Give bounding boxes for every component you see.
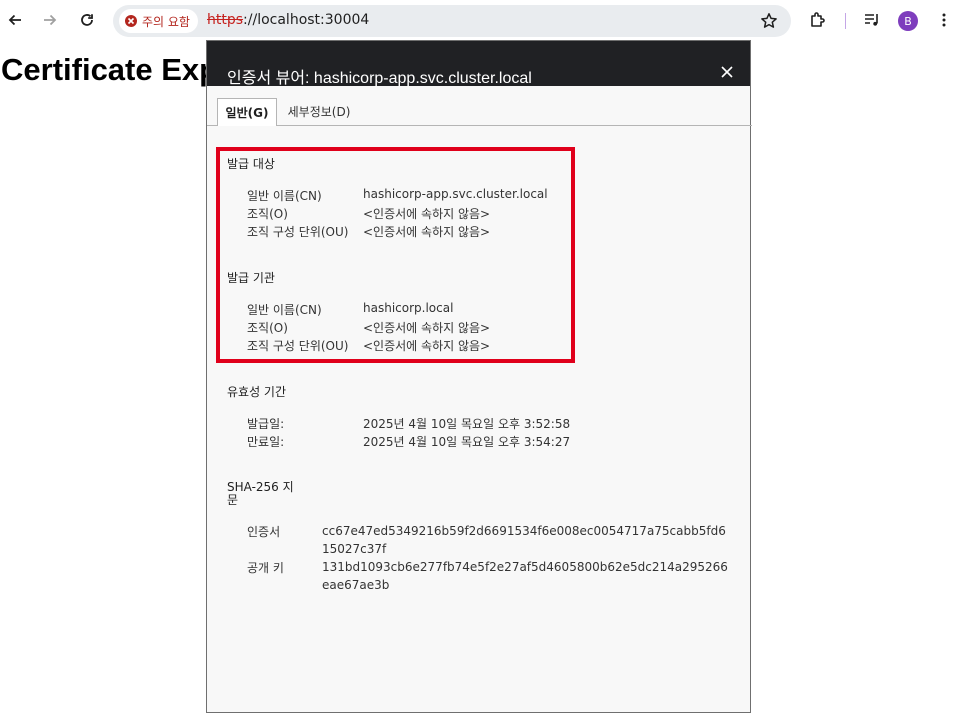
reload-icon <box>81 14 93 26</box>
extensions-button[interactable] <box>803 5 833 35</box>
dialog-title: 인증서 뷰어: hashicorp-app.svc.cluster.local <box>227 70 532 87</box>
tab-divider-gap <box>218 125 276 126</box>
validity-title: 유효성 기간 <box>227 385 287 399</box>
dialog-header: 인증서 뷰어: hashicorp-app.svc.cluster.local <box>207 41 750 87</box>
url-text[interactable]: https://localhost:30004 <box>207 12 369 28</box>
page-heading: Certificate Exp <box>1 52 219 87</box>
highlight-box <box>216 147 575 363</box>
issued-on-label: 발급일: <box>247 417 285 431</box>
kebab-menu-icon <box>942 13 946 27</box>
certificate-viewer-dialog: 인증서 뷰어: hashicorp-app.svc.cluster.local … <box>206 40 752 713</box>
pubkey-fingerprint-value: 131bd1093cb6e277fb74e5f2e27af5d4605800b6… <box>322 560 728 592</box>
fingerprints-title: SHA-256 지문 <box>227 481 294 507</box>
pubkey-fingerprint-label: 공개 키 <box>247 561 284 575</box>
cert-fingerprint-value: cc67e47ed5349216b59f2d6691534f6e008ec005… <box>322 524 726 556</box>
security-chip[interactable]: 주의 요함 <box>119 9 198 33</box>
media-control-button[interactable] <box>857 5 887 35</box>
issued-on-value: 2025년 4월 10일 목요일 오후 3:52:58 <box>363 417 571 431</box>
dialog-close-button[interactable] <box>718 63 736 81</box>
puzzle-icon <box>811 12 825 27</box>
fingerprints-title-line1: SHA-256 지 <box>227 480 294 494</box>
profile-avatar[interactable]: B <box>898 11 918 31</box>
playlist-icon <box>865 14 878 26</box>
tab-general[interactable]: 일반(G) <box>217 98 277 125</box>
tab-divider <box>207 125 752 126</box>
fingerprints-title-line2: 문 <box>227 493 239 507</box>
warning-icon <box>125 15 137 27</box>
arrow-left-icon <box>8 14 21 26</box>
browser-toolbar: 주의 요함 https://localhost:30004 B <box>0 0 966 42</box>
url-host: ://localhost:30004 <box>243 12 370 28</box>
cert-fingerprint-label: 인증서 <box>247 525 281 539</box>
close-icon <box>721 66 733 78</box>
forward-button[interactable] <box>35 5 65 35</box>
arrow-right-icon <box>44 14 57 26</box>
security-chip-label: 주의 요함 <box>142 14 190 29</box>
menu-button[interactable] <box>929 5 959 35</box>
expires-on-label: 만료일: <box>247 435 285 449</box>
reload-button[interactable] <box>72 5 102 35</box>
bookmark-button[interactable] <box>755 7 783 35</box>
expires-on-value: 2025년 4월 10일 목요일 오후 3:54:27 <box>363 435 571 449</box>
address-bar[interactable]: 주의 요함 https://localhost:30004 <box>113 5 791 37</box>
back-button[interactable] <box>0 5 30 35</box>
tab-details[interactable]: 세부정보(D) <box>279 98 359 125</box>
star-icon <box>761 13 777 28</box>
url-scheme: https <box>207 12 244 28</box>
toolbar-divider <box>845 13 846 29</box>
